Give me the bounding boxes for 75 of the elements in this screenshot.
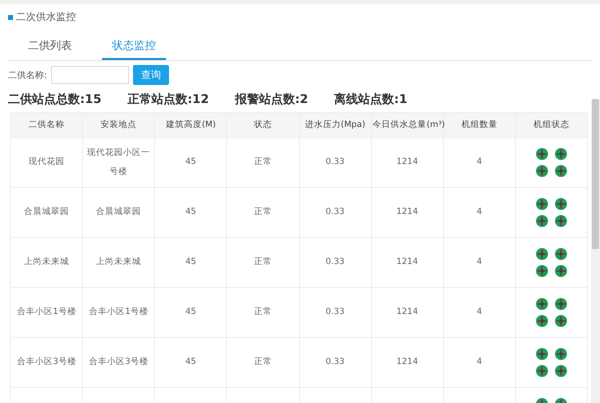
pressure-cell: 0.33 — [326, 207, 345, 218]
column-header: 机组状态 — [515, 112, 588, 138]
fan-icon — [554, 265, 567, 277]
fan-icon — [536, 348, 548, 360]
unit-count-cell: 4 — [476, 207, 482, 218]
column-header: 机组数量 — [443, 112, 516, 138]
height-cell: 45 — [185, 257, 196, 268]
stat-count: 报警站点数:2 — [235, 91, 308, 108]
height-cell: 45 — [185, 307, 196, 318]
fan-icon — [536, 165, 548, 177]
fan-icon — [554, 215, 567, 227]
square-icon — [8, 14, 13, 20]
fan-icon — [536, 198, 548, 210]
fan-icon — [554, 315, 567, 327]
tab[interactable]: 状态监控 — [102, 34, 166, 60]
station-name-cell: 合丰小区1号楼 — [16, 307, 76, 318]
column-header: 状态 — [226, 112, 299, 138]
fan-icon — [554, 198, 567, 210]
fan-icon — [536, 315, 548, 327]
height-cell: 45 — [185, 207, 196, 218]
scrollbar-thumb[interactable] — [592, 99, 599, 249]
stat-count: 二供站点总数:15 — [8, 91, 102, 108]
unit-count-cell: 4 — [476, 307, 482, 318]
unit-count-cell: 4 — [476, 257, 482, 268]
pressure-cell: 0.33 — [326, 357, 345, 368]
unit-count-cell: 4 — [476, 357, 482, 368]
fan-icon — [536, 298, 548, 310]
page-title: 二次供水监控 — [16, 10, 76, 24]
supply-cell: 1214 — [396, 257, 418, 268]
supply-cell: 1214 — [396, 357, 418, 368]
location-cell: 合丰小区3号楼 — [88, 357, 148, 368]
location-cell: 现代花园小区一号楼 — [87, 148, 150, 176]
pressure-cell: 0.33 — [326, 157, 345, 168]
fan-icon — [554, 365, 567, 377]
stat-count: 正常站点数:12 — [128, 91, 209, 108]
pressure-cell: 0.33 — [326, 307, 345, 318]
status-cell: 正常 — [254, 257, 272, 268]
pressure-cell: 0.33 — [326, 257, 345, 268]
station-name-cell: 上尚未来城 — [24, 257, 70, 268]
fan-icon — [554, 348, 567, 360]
fan-icon — [536, 248, 548, 260]
column-header: 进水压力(Mpa) — [299, 112, 372, 138]
search-field[interactable] — [51, 66, 130, 84]
column-header: 今日供水总量(m³) — [371, 112, 444, 138]
fan-icon — [536, 265, 548, 277]
unit-count-cell: 4 — [476, 157, 482, 168]
fan-icon — [554, 165, 567, 177]
supply-cell: 1214 — [396, 307, 418, 318]
supply-cell: 1214 — [396, 207, 418, 218]
column-header: 建筑高度(M) — [154, 112, 227, 138]
fan-icon — [554, 248, 567, 260]
height-cell: 45 — [185, 357, 196, 368]
location-cell: 合丰小区1号楼 — [88, 307, 148, 318]
station-name-cell: 合晨城翠园 — [24, 207, 70, 218]
location-cell: 合晨城翠园 — [96, 207, 142, 218]
status-cell: 正常 — [254, 157, 272, 168]
tab[interactable]: 二供列表 — [18, 34, 82, 60]
fan-icon — [554, 298, 567, 310]
stat-count: 离线站点数:1 — [334, 91, 408, 108]
fan-icon — [554, 148, 567, 160]
column-header: 二供名称 — [10, 112, 83, 138]
supply-cell: 1214 — [396, 157, 418, 168]
status-cell: 正常 — [254, 357, 272, 368]
column-header: 安装地点 — [82, 112, 155, 138]
height-cell: 45 — [185, 157, 196, 168]
station-name-cell: 现代花园 — [28, 157, 65, 168]
fan-icon — [536, 148, 548, 160]
fan-icon — [536, 215, 548, 227]
query-button[interactable]: 查询 — [133, 65, 170, 85]
station-name-cell: 合丰小区3号楼 — [16, 357, 76, 368]
location-cell: 上尚未来城 — [96, 257, 142, 268]
status-cell: 正常 — [254, 307, 272, 318]
status-cell: 正常 — [254, 207, 272, 218]
search-label: 二供名称: — [8, 70, 48, 82]
fan-icon — [536, 365, 548, 377]
